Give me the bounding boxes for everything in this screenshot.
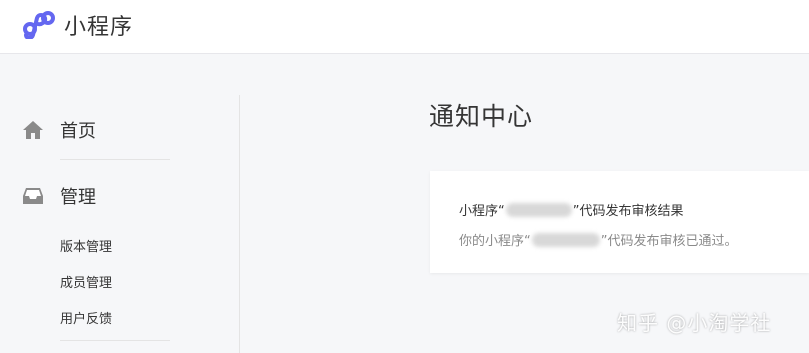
redacted-app-name	[505, 202, 572, 217]
sidebar-subitem-member-management[interactable]: 成员管理	[60, 272, 112, 291]
page-title: 通知中心	[429, 102, 534, 131]
sidebar-item-label: 首页	[60, 121, 96, 142]
notification-title-suffix: ”代码发布审核结果	[572, 204, 684, 219]
top-bar: 小程序	[0, 0, 809, 54]
mini-program-logo-icon[interactable]	[22, 9, 56, 39]
sidebar-item-label: 管理	[60, 187, 96, 208]
sidebar-subitem-version-management[interactable]: 版本管理	[60, 236, 112, 255]
divider	[60, 340, 170, 341]
notification-title-prefix: 小程序“	[459, 204, 505, 219]
notification-body-prefix: 你的小程序“	[459, 234, 531, 249]
watermark: 知乎 @小淘学社	[617, 311, 772, 335]
home-icon	[23, 121, 43, 139]
brand-name: 小程序	[64, 15, 134, 40]
sidebar-subitem-user-feedback[interactable]: 用户反馈	[60, 308, 112, 327]
sidebar-item-manage[interactable]: 管理	[22, 183, 96, 209]
redacted-app-name	[531, 232, 600, 247]
sidebar: 首页 管理 版本管理 成员管理 用户反馈	[0, 95, 240, 353]
notification-card[interactable]: 小程序“ ”代码发布审核结果 你的小程序“ ”代码发布审核已通过。	[430, 171, 809, 273]
notification-body: 你的小程序“ ”代码发布审核已通过。	[459, 230, 738, 249]
notification-body-suffix: ”代码发布审核已通过。	[600, 234, 738, 249]
notification-title: 小程序“ ”代码发布审核结果	[459, 200, 684, 219]
inbox-icon	[23, 188, 43, 204]
sidebar-item-home[interactable]: 首页	[22, 117, 96, 143]
divider	[60, 159, 170, 160]
